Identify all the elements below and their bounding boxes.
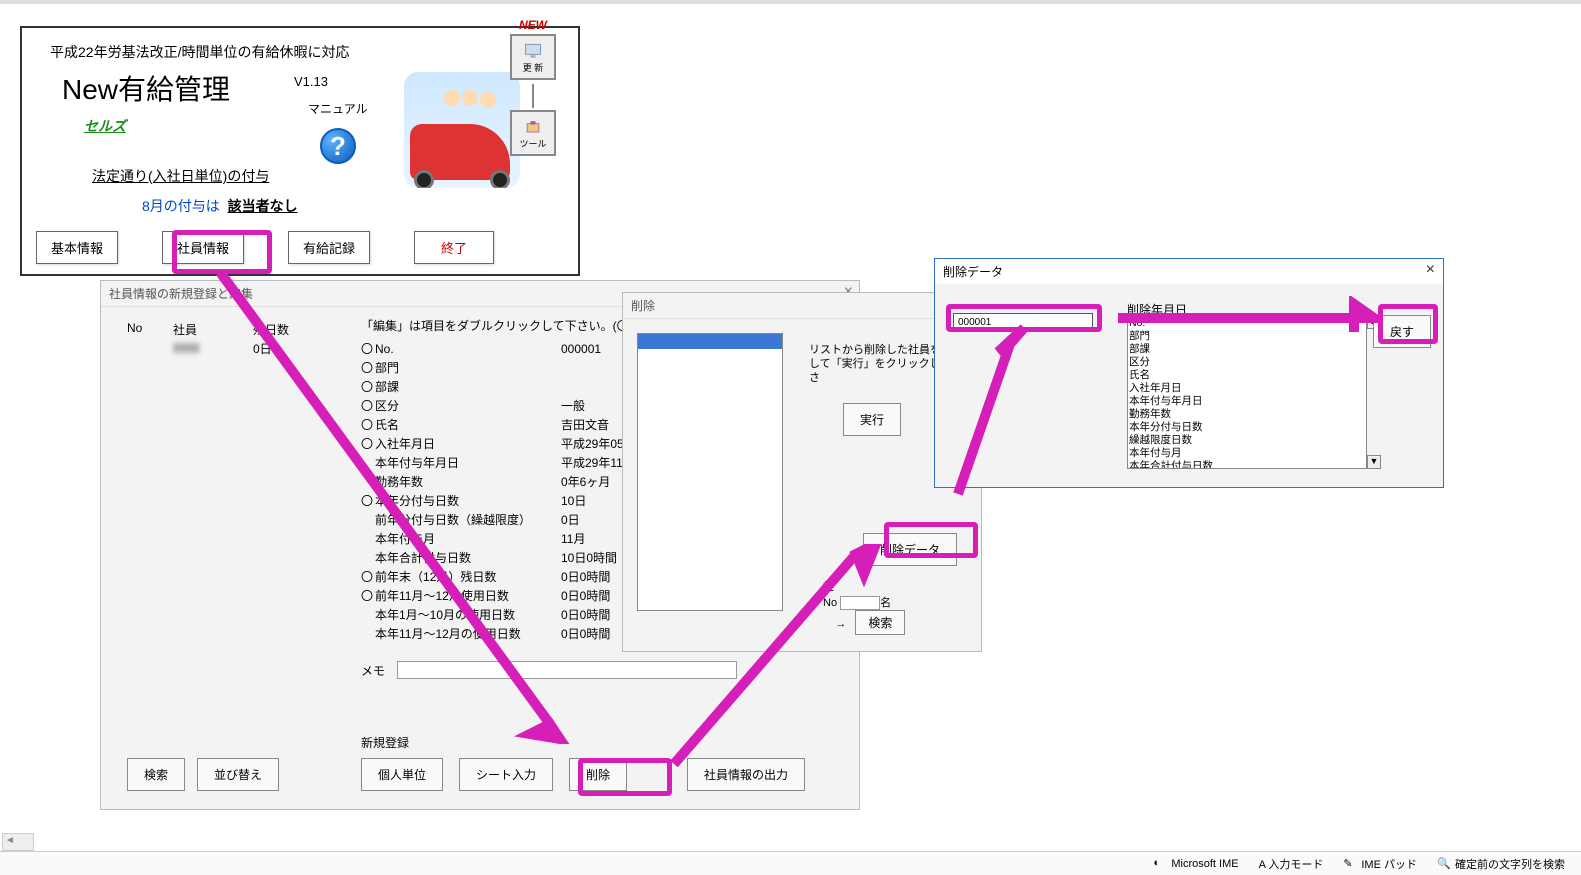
help-icon[interactable]: ? bbox=[320, 128, 356, 164]
car-illustration bbox=[404, 72, 520, 188]
scroll-down-icon[interactable]: ▼ bbox=[1367, 455, 1381, 469]
manual-label: マニュアル bbox=[308, 100, 368, 117]
cells-link[interactable]: セルズ bbox=[84, 116, 126, 136]
dd-title: 削除データ bbox=[935, 259, 1443, 284]
taskbar: ◐Microsoft IME A 入力モード ✎IME パッド 🔍確定前の文字列… bbox=[0, 851, 1581, 875]
highlight-delete-button bbox=[578, 758, 672, 796]
sheet-input-button[interactable]: シート入力 bbox=[459, 758, 553, 791]
dd-fields-list[interactable]: No.部門部課区分氏名入社年月日本年付与年月日勤務年数本年分付与日数繰越限度日数… bbox=[1127, 315, 1367, 469]
highlight-delete-data-button bbox=[884, 522, 978, 558]
grant-status: 8月の付与は 該当者なし bbox=[142, 196, 568, 216]
leave-record-button[interactable]: 有給記録 bbox=[288, 231, 370, 264]
highlight-restore-button bbox=[1378, 304, 1438, 344]
tb-conv[interactable]: 🔍確定前の文字列を検索 bbox=[1437, 856, 1565, 872]
new-tag: NEW bbox=[510, 18, 556, 32]
tb-ime[interactable]: ◐Microsoft IME bbox=[1153, 857, 1238, 871]
basic-info-button[interactable]: 基本情報 bbox=[36, 231, 118, 264]
tool-icon[interactable]: ツール bbox=[510, 110, 556, 156]
tb-mode[interactable]: A 入力モード bbox=[1259, 856, 1324, 872]
close-icon[interactable]: × bbox=[1426, 261, 1435, 279]
delete-title: 削除 bbox=[623, 293, 981, 319]
horizontal-scroll[interactable] bbox=[2, 833, 34, 851]
tb-pad[interactable]: ✎IME パッド bbox=[1343, 856, 1417, 872]
arrow-1 bbox=[210, 264, 590, 744]
arrow-3 bbox=[950, 324, 1030, 504]
version: V1.13 bbox=[294, 74, 328, 89]
execute-button[interactable]: 実行 bbox=[843, 403, 901, 436]
side-icons: NEW 更 新 ツール bbox=[510, 18, 556, 160]
main-panel: 平成22年労基法改正/時間単位の有給休暇に対応 New有給管理 V1.13 マニ… bbox=[20, 26, 580, 276]
personal-unit-button[interactable]: 個人単位 bbox=[361, 758, 443, 791]
sort-button[interactable]: 並び替え bbox=[197, 758, 279, 791]
exit-button[interactable]: 終了 bbox=[414, 231, 494, 264]
search-button[interactable]: 検索 bbox=[127, 758, 185, 791]
update-icon[interactable]: 更 新 bbox=[510, 34, 556, 80]
arrow-4 bbox=[1114, 296, 1380, 336]
subtitle: 平成22年労基法改正/時間単位の有給休暇に対応 bbox=[50, 42, 568, 62]
arrow-2 bbox=[666, 544, 886, 774]
